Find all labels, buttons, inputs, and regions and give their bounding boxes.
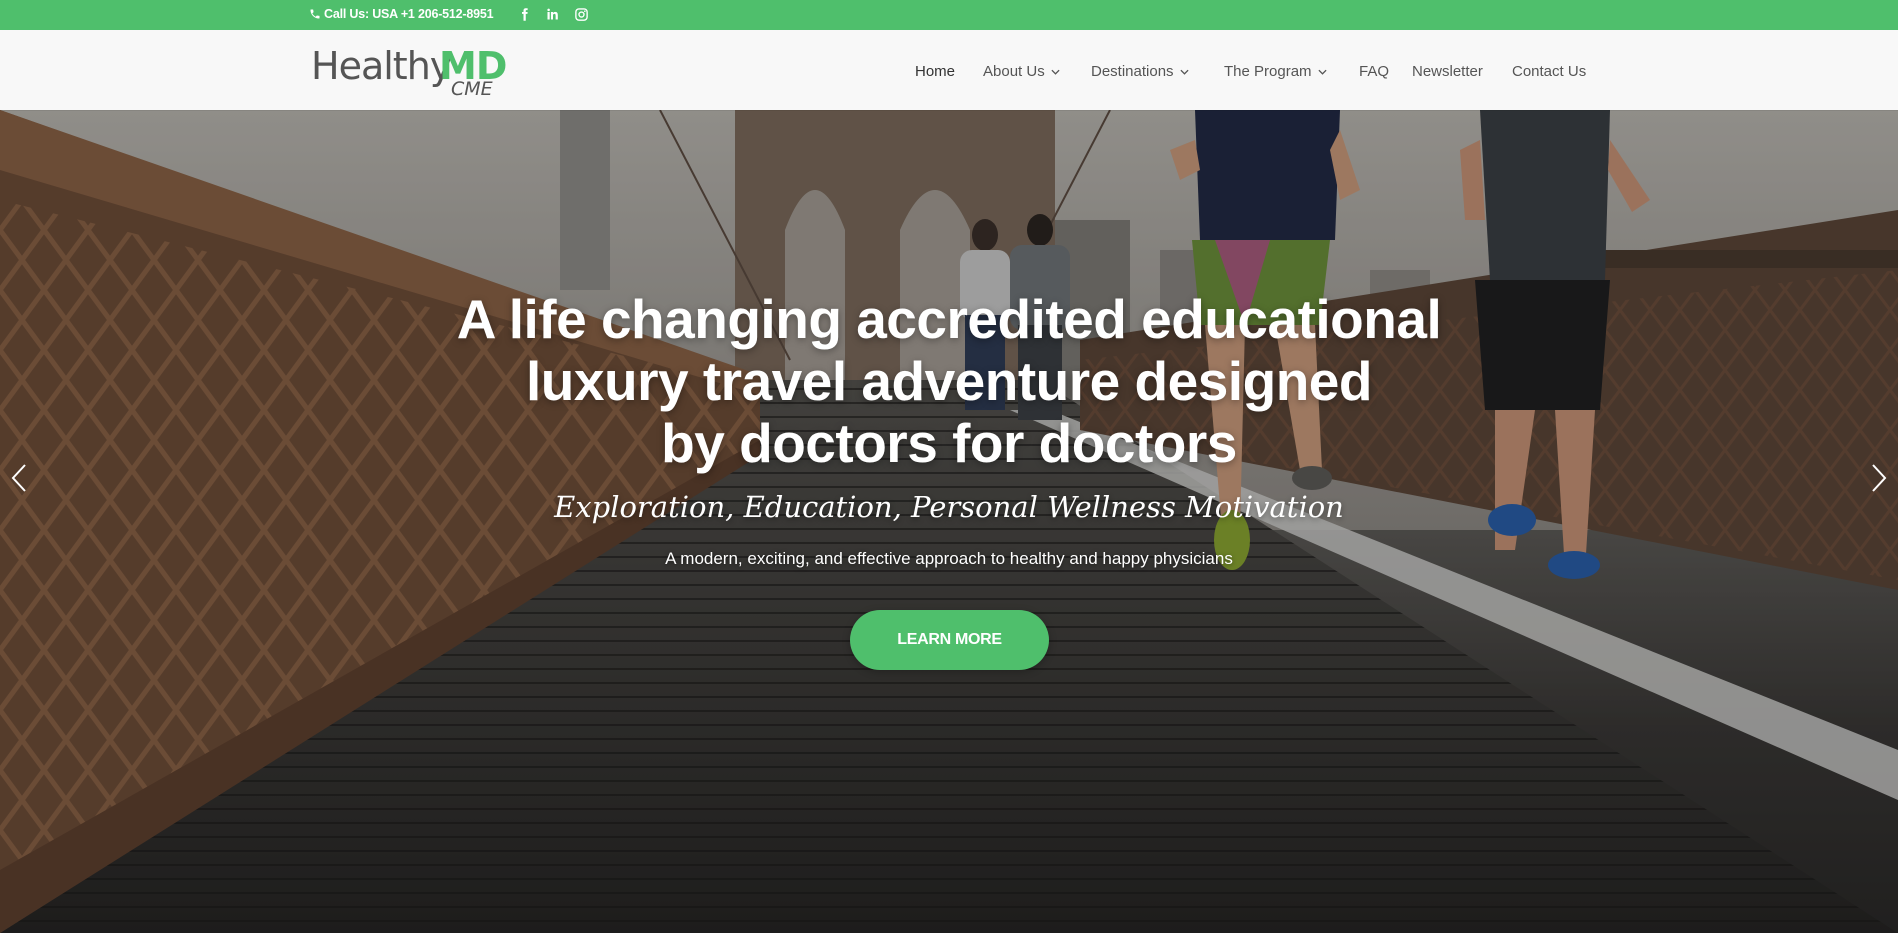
chevron-down-icon bbox=[1179, 69, 1189, 75]
nav-the-program-label: The Program bbox=[1224, 63, 1312, 80]
nav-home-label: Home bbox=[915, 63, 956, 80]
instagram-icon bbox=[574, 7, 588, 21]
facebook-icon bbox=[521, 7, 528, 21]
nav-destinations-label: Destinations bbox=[1091, 63, 1174, 80]
nav-newsletter[interactable]: Newsletter bbox=[1412, 63, 1483, 80]
linkedin-icon bbox=[546, 8, 558, 19]
hero-headline: A life changing accredited educational l… bbox=[349, 288, 1549, 474]
phone-icon bbox=[310, 9, 320, 19]
phone-contact[interactable]: Call Us: USA +1 206-512-8951 bbox=[309, 7, 494, 21]
nav-faq-label: FAQ bbox=[1359, 63, 1390, 80]
nav-newsletter-label: Newsletter bbox=[1412, 63, 1483, 80]
chevron-down-icon bbox=[1051, 69, 1060, 75]
phone-label: Call Us: USA +1 206-512-8951 bbox=[324, 7, 494, 21]
nav-about-us[interactable]: About Us bbox=[983, 63, 1060, 80]
nav-the-program[interactable]: The Program bbox=[1224, 63, 1327, 80]
slider-next-button[interactable] bbox=[1868, 462, 1890, 494]
chevron-right-icon bbox=[1872, 464, 1887, 492]
main-nav: Home About Us Destinations The Program F… bbox=[0, 63, 1898, 83]
hero-headline-line-2: luxury travel adventure designed bbox=[526, 350, 1372, 412]
hero-slider: A life changing accredited educational l… bbox=[0, 110, 1898, 933]
nav-contact-us[interactable]: Contact Us bbox=[1512, 63, 1586, 80]
chevron-down-icon bbox=[1317, 69, 1327, 75]
hero-headline-line-3: by doctors for doctors bbox=[661, 412, 1237, 474]
nav-contact-us-label: Contact Us bbox=[1512, 63, 1587, 80]
nav-home[interactable]: Home bbox=[915, 63, 955, 80]
facebook-link[interactable] bbox=[515, 5, 533, 23]
chevron-left-icon bbox=[11, 464, 26, 492]
instagram-link[interactable] bbox=[572, 5, 590, 23]
top-bar: Call Us: USA +1 206-512-8951 bbox=[0, 0, 1898, 30]
hero-subtitle: A modern, exciting, and effective approa… bbox=[665, 549, 1233, 568]
hero-headline-line-1: A life changing accredited educational bbox=[456, 288, 1442, 350]
nav-faq[interactable]: FAQ bbox=[1359, 63, 1389, 80]
hero-tagline: Exploration, Education, Personal Wellnes… bbox=[554, 490, 1344, 524]
site-header: Healthy MD CME Home About Us Destination… bbox=[0, 30, 1898, 110]
learn-more-button[interactable]: LEARN MORE bbox=[850, 610, 1049, 670]
nav-about-us-label: About Us bbox=[983, 63, 1045, 80]
nav-destinations[interactable]: Destinations bbox=[1091, 63, 1189, 80]
linkedin-link[interactable] bbox=[543, 5, 561, 23]
slider-prev-button[interactable] bbox=[8, 462, 30, 494]
